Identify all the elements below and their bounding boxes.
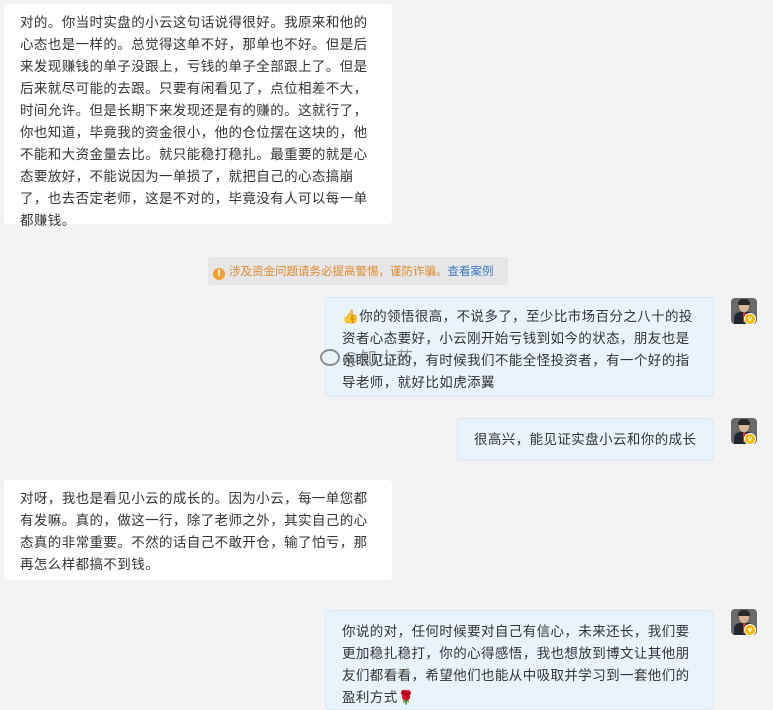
outgoing-message: 你说的对，任何时候要对自己有信心，未来还长，我们要更加稳扎稳打，你的心得感悟，我…: [325, 610, 714, 710]
watermark: @知小莎: [320, 344, 414, 369]
message-text: 很高兴，能见证实盘小云和你的成长: [474, 432, 697, 448]
view-cases-link[interactable]: 查看案例: [448, 264, 494, 278]
fraud-warning-notice: ! 涉及资金问题请务必提高警惕，谨防诈骗。查看案例: [208, 257, 508, 285]
verified-badge-icon: v: [744, 433, 756, 445]
message-text: 对呀，我也是看见小云的成长的。因为小云，每一单您都有发嘛。真的，做这一行，除了老…: [20, 491, 368, 573]
message-text: 对的。你当时实盘的小云这句话说得很好。我原来和他的心态也是一样的。总觉得这单不好…: [20, 15, 368, 229]
weibo-logo-icon: [320, 349, 340, 366]
warning-icon: !: [213, 268, 225, 280]
thumbs-up-icon: 👍: [342, 309, 360, 325]
incoming-message: 对的。你当时实盘的小云这句话说得很好。我原来和他的心态也是一样的。总觉得这单不好…: [4, 4, 392, 229]
verified-badge-icon: v: [744, 624, 756, 636]
verified-badge-icon: v: [744, 313, 756, 325]
incoming-message: 对呀，我也是看见小云的成长的。因为小云，每一单您都有发嘛。真的，做这一行，除了老…: [4, 480, 392, 580]
outgoing-message: 很高兴，能见证实盘小云和你的成长: [457, 418, 714, 461]
message-text: 你说的对，任何时候要对自己有信心，未来还长，我们要更加稳扎稳打，你的心得感悟，我…: [342, 624, 690, 706]
rose-icon: 🌹: [397, 690, 415, 706]
notice-text: 涉及资金问题请务必提高警惕，谨防诈骗。: [229, 264, 448, 278]
